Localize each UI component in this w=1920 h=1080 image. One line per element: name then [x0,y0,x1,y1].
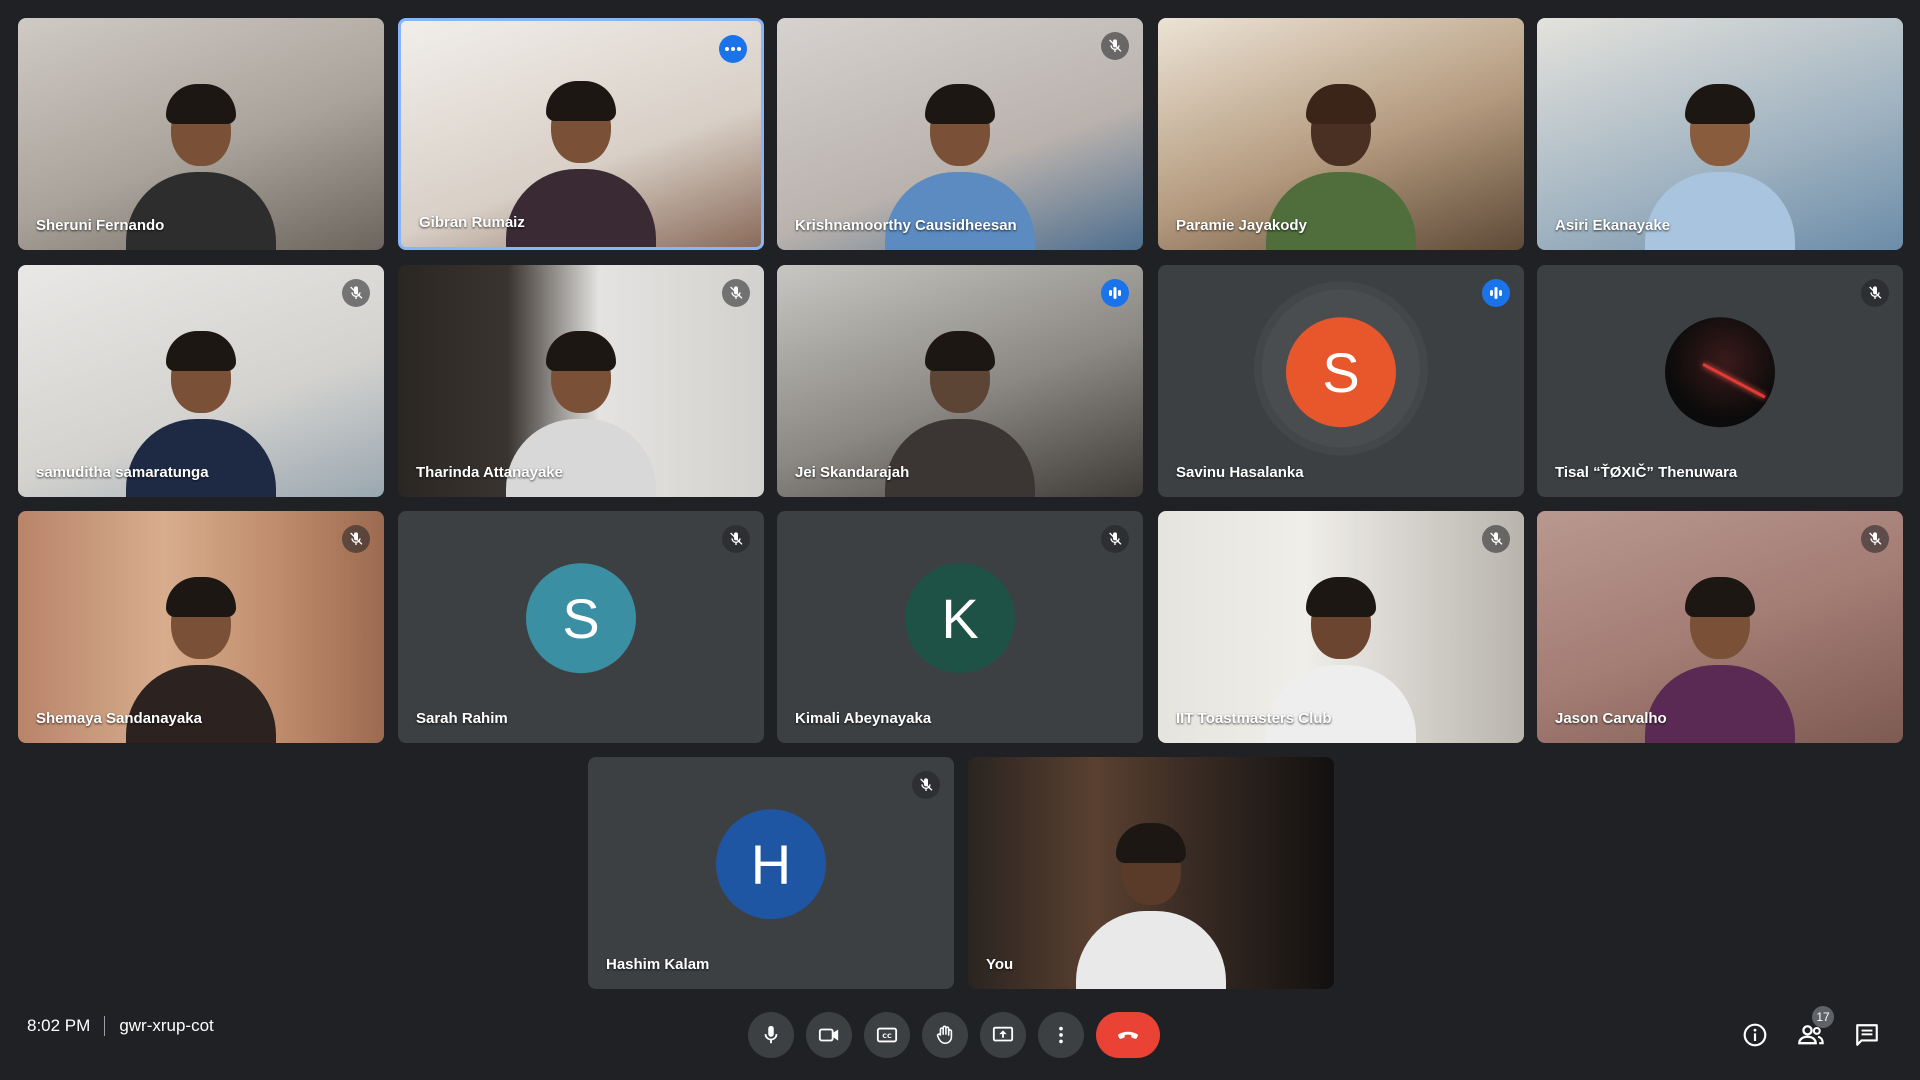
participant-tile-iit-toastmasters[interactable]: IIT Toastmasters Club [1158,511,1524,743]
participant-name: Savinu Hasalanka [1176,464,1304,481]
avatar [1665,317,1775,428]
participant-name: Hashim Kalam [606,956,710,973]
participant-count-badge: 17 [1812,1006,1834,1028]
video-feed [1076,819,1226,989]
participant-name: Kimali Abeynayaka [795,710,932,727]
avatar: H [716,809,826,920]
mic-off-icon [1482,525,1510,553]
info-button[interactable] [1740,1020,1770,1050]
svg-text:CC: CC [882,1032,892,1040]
participant-name: Asiri Ekanayake [1555,217,1671,234]
participant-name: Jason Carvalho [1555,710,1667,727]
participant-tile-krishnamoorthy[interactable]: Krishnamoorthy Causidheesan [777,18,1143,250]
end-call-button[interactable] [1096,1012,1160,1058]
mic-off-icon [722,279,750,307]
participant-name: IIT Toastmasters Club [1176,710,1332,727]
participant-tile-savinu[interactable]: S Savinu Hasalanka [1158,265,1524,497]
raise-hand-icon [936,1025,953,1045]
more-options-icon[interactable] [719,35,747,63]
participant-name: Gibran Rumaiz [419,214,525,231]
captions-button[interactable]: CC [864,1012,910,1058]
participant-tile-jei[interactable]: Jei Skandarajah [777,265,1143,497]
participant-tile-self[interactable]: You [968,757,1334,989]
participant-tile-paramie[interactable]: Paramie Jayakody [1158,18,1524,250]
participant-tile-asiri[interactable]: Asiri Ekanayake [1537,18,1903,250]
participant-name: samuditha samaratunga [36,464,209,481]
participant-tile-kimali[interactable]: K Kimali Abeynayaka [777,511,1143,743]
video-feed [506,77,656,247]
mic-off-icon [722,525,750,553]
participant-name: Tisal “ŤØXIČ” Thenuwara [1555,464,1738,481]
participant-tile-sarah[interactable]: S Sarah Rahim [398,511,764,743]
present-screen-icon [992,1026,1014,1042]
divider [104,1016,106,1036]
camera-icon [818,1028,839,1042]
participant-tile-sheruni[interactable]: Sheruni Fernando [18,18,384,250]
participant-name: Krishnamoorthy Causidheesan [795,217,1017,234]
mic-off-icon [1101,32,1129,60]
people-button[interactable]: 17 [1796,1006,1834,1050]
info-icon [1743,1023,1767,1047]
participant-name: Tharinda Attanayake [416,464,563,481]
mic-off-icon [1101,525,1129,553]
more-options-button[interactable] [1038,1012,1084,1058]
speaking-indicator-icon [1482,279,1510,307]
participant-tile-samuditha[interactable]: samuditha samaratunga [18,265,384,497]
participant-name: Sarah Rahim [416,710,508,727]
meeting-time: 8:02 PM [27,1016,91,1035]
speaking-indicator-icon [1101,279,1129,307]
mic-off-icon [1861,279,1889,307]
mic-off-icon [342,279,370,307]
participant-tile-gibran[interactable]: Gibran Rumaiz [398,18,764,250]
raise-hand-button[interactable] [922,1012,968,1058]
call-controls: CC [748,1012,1160,1058]
bottom-toolbar: 8:02 PM gwr-xrup-cot CC 17 [0,992,1920,1080]
participant-name: You [986,956,1014,973]
participant-name: Jei Skandarajah [795,464,910,481]
microphone-icon [764,1025,778,1044]
avatar: S [1286,317,1396,428]
participant-tile-hashim[interactable]: H Hashim Kalam [588,757,954,989]
captions-icon: CC [876,1027,898,1043]
meeting-code[interactable]: gwr-xrup-cot [119,1016,213,1036]
mic-off-icon [912,771,940,799]
participant-tile-shemaya[interactable]: Shemaya Sandanayaka [18,511,384,743]
participant-name: Paramie Jayakody [1176,217,1307,234]
mic-off-icon [1861,525,1889,553]
video-feed [1645,573,1795,743]
chat-button[interactable] [1852,1020,1882,1050]
avatar: S [526,563,636,674]
avatar: K [905,563,1015,674]
participant-name: Shemaya Sandanayaka [36,710,202,727]
mic-off-icon [342,525,370,553]
camera-button[interactable] [806,1012,852,1058]
present-screen-button[interactable] [980,1012,1026,1058]
chat-icon [1856,1024,1878,1046]
more-options-icon [1059,1026,1063,1044]
meeting-info: 8:02 PM gwr-xrup-cot [27,1016,214,1036]
right-panel-buttons: 17 [1740,1006,1882,1050]
participant-name: Sheruni Fernando [36,217,165,234]
participant-tile-jason[interactable]: Jason Carvalho [1537,511,1903,743]
end-call-icon [1118,1031,1138,1039]
participant-tile-tisal[interactable]: Tisal “ŤØXIČ” Thenuwara [1537,265,1903,497]
microphone-button[interactable] [748,1012,794,1058]
participant-tile-tharinda[interactable]: Tharinda Attanayake [398,265,764,497]
